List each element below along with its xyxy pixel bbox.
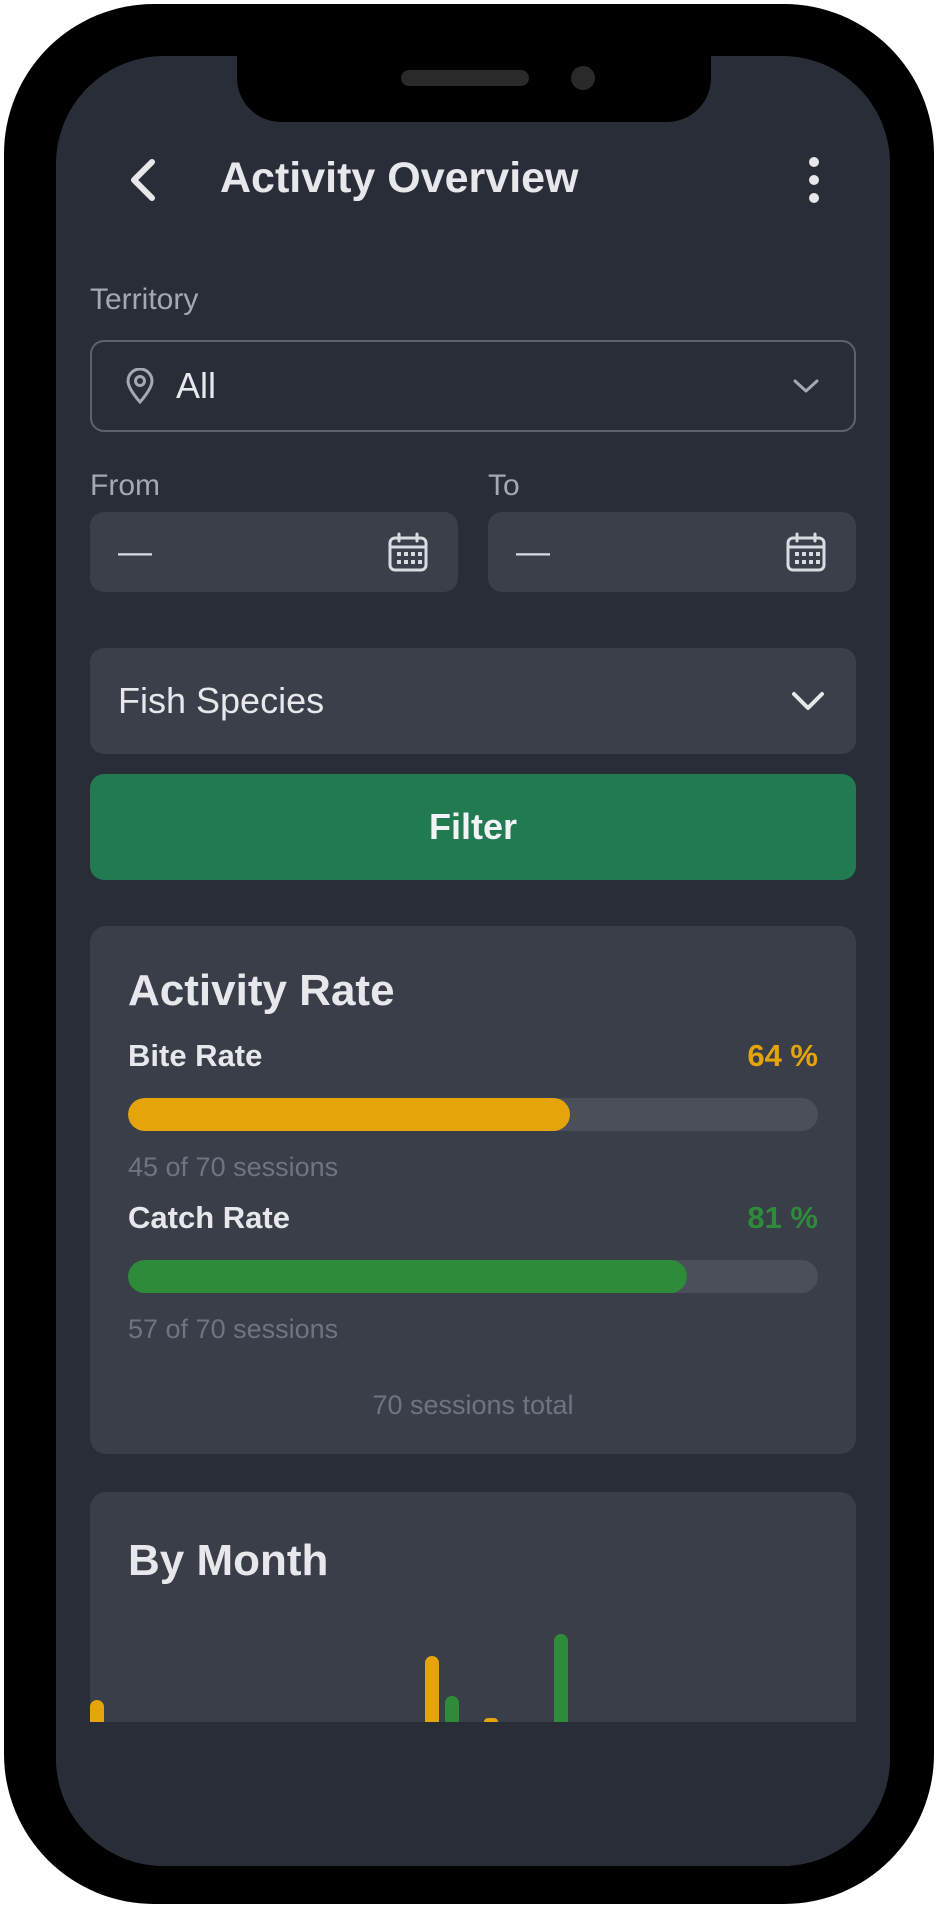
sessions-total: 70 sessions total — [372, 1390, 574, 1420]
bite-rate-label: Bite Rate — [128, 1038, 263, 1073]
fish-species-select[interactable]: Fish Species — [90, 648, 856, 754]
fish-species-value: Fish Species — [118, 680, 325, 721]
chevron-left-icon — [131, 159, 155, 201]
catch-rate-progress-fill — [128, 1260, 687, 1293]
to-date-field[interactable]: — — [488, 512, 856, 592]
territory-select[interactable]: All — [90, 340, 856, 432]
from-date-value: — — [118, 532, 152, 571]
bite-rate-progress-fill — [128, 1098, 570, 1131]
back-button[interactable] — [116, 152, 172, 208]
device-notch — [237, 56, 711, 122]
catch-rate-percent: 81 % — [747, 1200, 818, 1235]
month-bar — [445, 1695, 459, 1722]
bottom-area — [56, 1722, 890, 1866]
calendar-icon[interactable] — [386, 530, 430, 574]
to-date-value: — — [516, 532, 550, 571]
bite-rate-progress — [128, 1098, 818, 1131]
app-screen: Activity Overview Territory All From To … — [56, 56, 890, 1866]
month-bar — [90, 1700, 104, 1722]
speaker-grille — [401, 70, 529, 86]
more-vertical-icon — [809, 157, 819, 203]
month-bar — [425, 1656, 439, 1722]
catch-rate-label: Catch Rate — [128, 1200, 290, 1235]
phone-frame: Activity Overview Territory All From To … — [4, 4, 934, 1904]
territory-value: All — [176, 365, 217, 406]
catch-rate-progress — [128, 1260, 818, 1293]
more-options-button[interactable] — [792, 150, 836, 210]
month-bar — [554, 1634, 568, 1722]
chevron-down-icon — [788, 681, 828, 721]
page-title: Activity Overview — [220, 154, 579, 202]
map-pin-icon — [120, 366, 160, 406]
chevron-down-icon — [786, 366, 826, 406]
activity-rate-title: Activity Rate — [128, 966, 395, 1015]
catch-rate-detail: 57 of 70 sessions — [128, 1314, 339, 1344]
front-camera — [571, 66, 595, 90]
from-date-field[interactable]: — — [90, 512, 458, 592]
activity-rate-card: Activity Rate Bite Rate 64 % 45 of 70 se… — [90, 926, 856, 1454]
bite-rate-detail: 45 of 70 sessions — [128, 1152, 339, 1182]
from-label: From — [90, 469, 160, 502]
calendar-icon[interactable] — [784, 530, 828, 574]
territory-label: Territory — [90, 283, 199, 316]
bite-rate-percent: 64 % — [747, 1038, 818, 1073]
to-label: To — [488, 469, 520, 502]
filter-button[interactable]: Filter — [90, 774, 856, 880]
